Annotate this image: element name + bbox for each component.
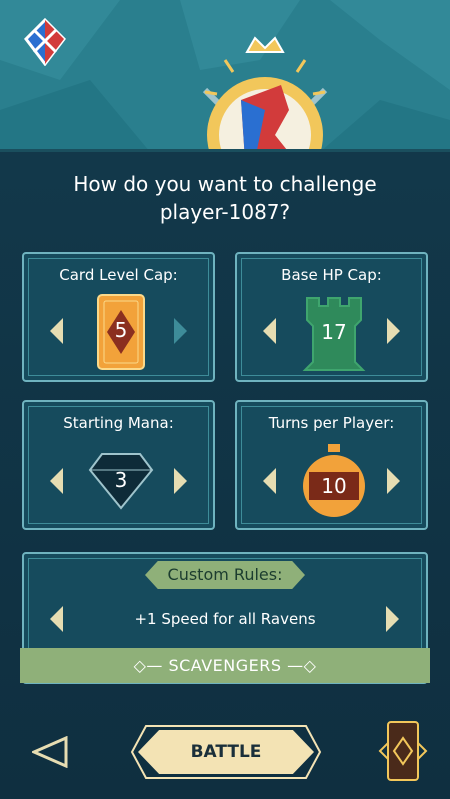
header-banner [0,0,450,152]
ornament-right-icon: —◇ [287,656,317,675]
turns-value: 10 [321,474,347,498]
deck-card-button[interactable] [368,718,438,784]
battle-button[interactable]: BATTLE [138,730,314,774]
question-line1: How do you want to challenge [73,172,377,196]
card-level-increase-button[interactable] [174,318,188,344]
custom-rule-text: +1 Speed for all Ravens [134,610,316,628]
base-hp-cap-label: Base HP Cap: [281,266,382,284]
starting-mana-value: 3 [114,468,128,492]
base-hp-cap-panel: Base HP Cap: 17 [235,252,428,382]
starting-mana-increase-button[interactable] [174,468,188,494]
ornament-left-icon: ◇— [133,656,163,675]
base-hp-decrease-button[interactable] [263,318,277,344]
custom-rules-previous-button[interactable] [50,606,64,632]
card-level-cap-panel: Card Level Cap: 5 [22,252,215,382]
starting-mana-decrease-button[interactable] [50,468,64,494]
turns-per-player-panel: Turns per Player: 10 [235,400,428,530]
custom-rules-label: Custom Rules: [145,561,305,589]
base-hp-increase-button[interactable] [387,318,401,344]
deck-name: SCAVENGERS [168,656,282,675]
starting-mana-label: Starting Mana: [63,414,174,432]
card-level-cap-label: Card Level Cap: [59,266,178,284]
custom-rules-next-button[interactable] [386,606,400,632]
deck-name-bar: ◇— SCAVENGERS —◇ [20,648,430,683]
turns-per-player-label: Turns per Player: [268,414,395,432]
question-line2: player-1087? [159,200,291,224]
challenge-question: How do you want to challenge player-1087… [0,170,450,226]
turns-increase-button[interactable] [387,468,401,494]
starting-mana-panel: Starting Mana: 3 [22,400,215,530]
back-button[interactable] [30,735,68,769]
crossed-swords-shield-icon[interactable] [24,17,66,67]
turns-decrease-button[interactable] [263,468,277,494]
card-level-decrease-button[interactable] [50,318,64,344]
card-level-value: 5 [114,318,128,342]
base-hp-value: 17 [321,320,347,344]
crowned-raven-emblem-icon [185,30,345,149]
